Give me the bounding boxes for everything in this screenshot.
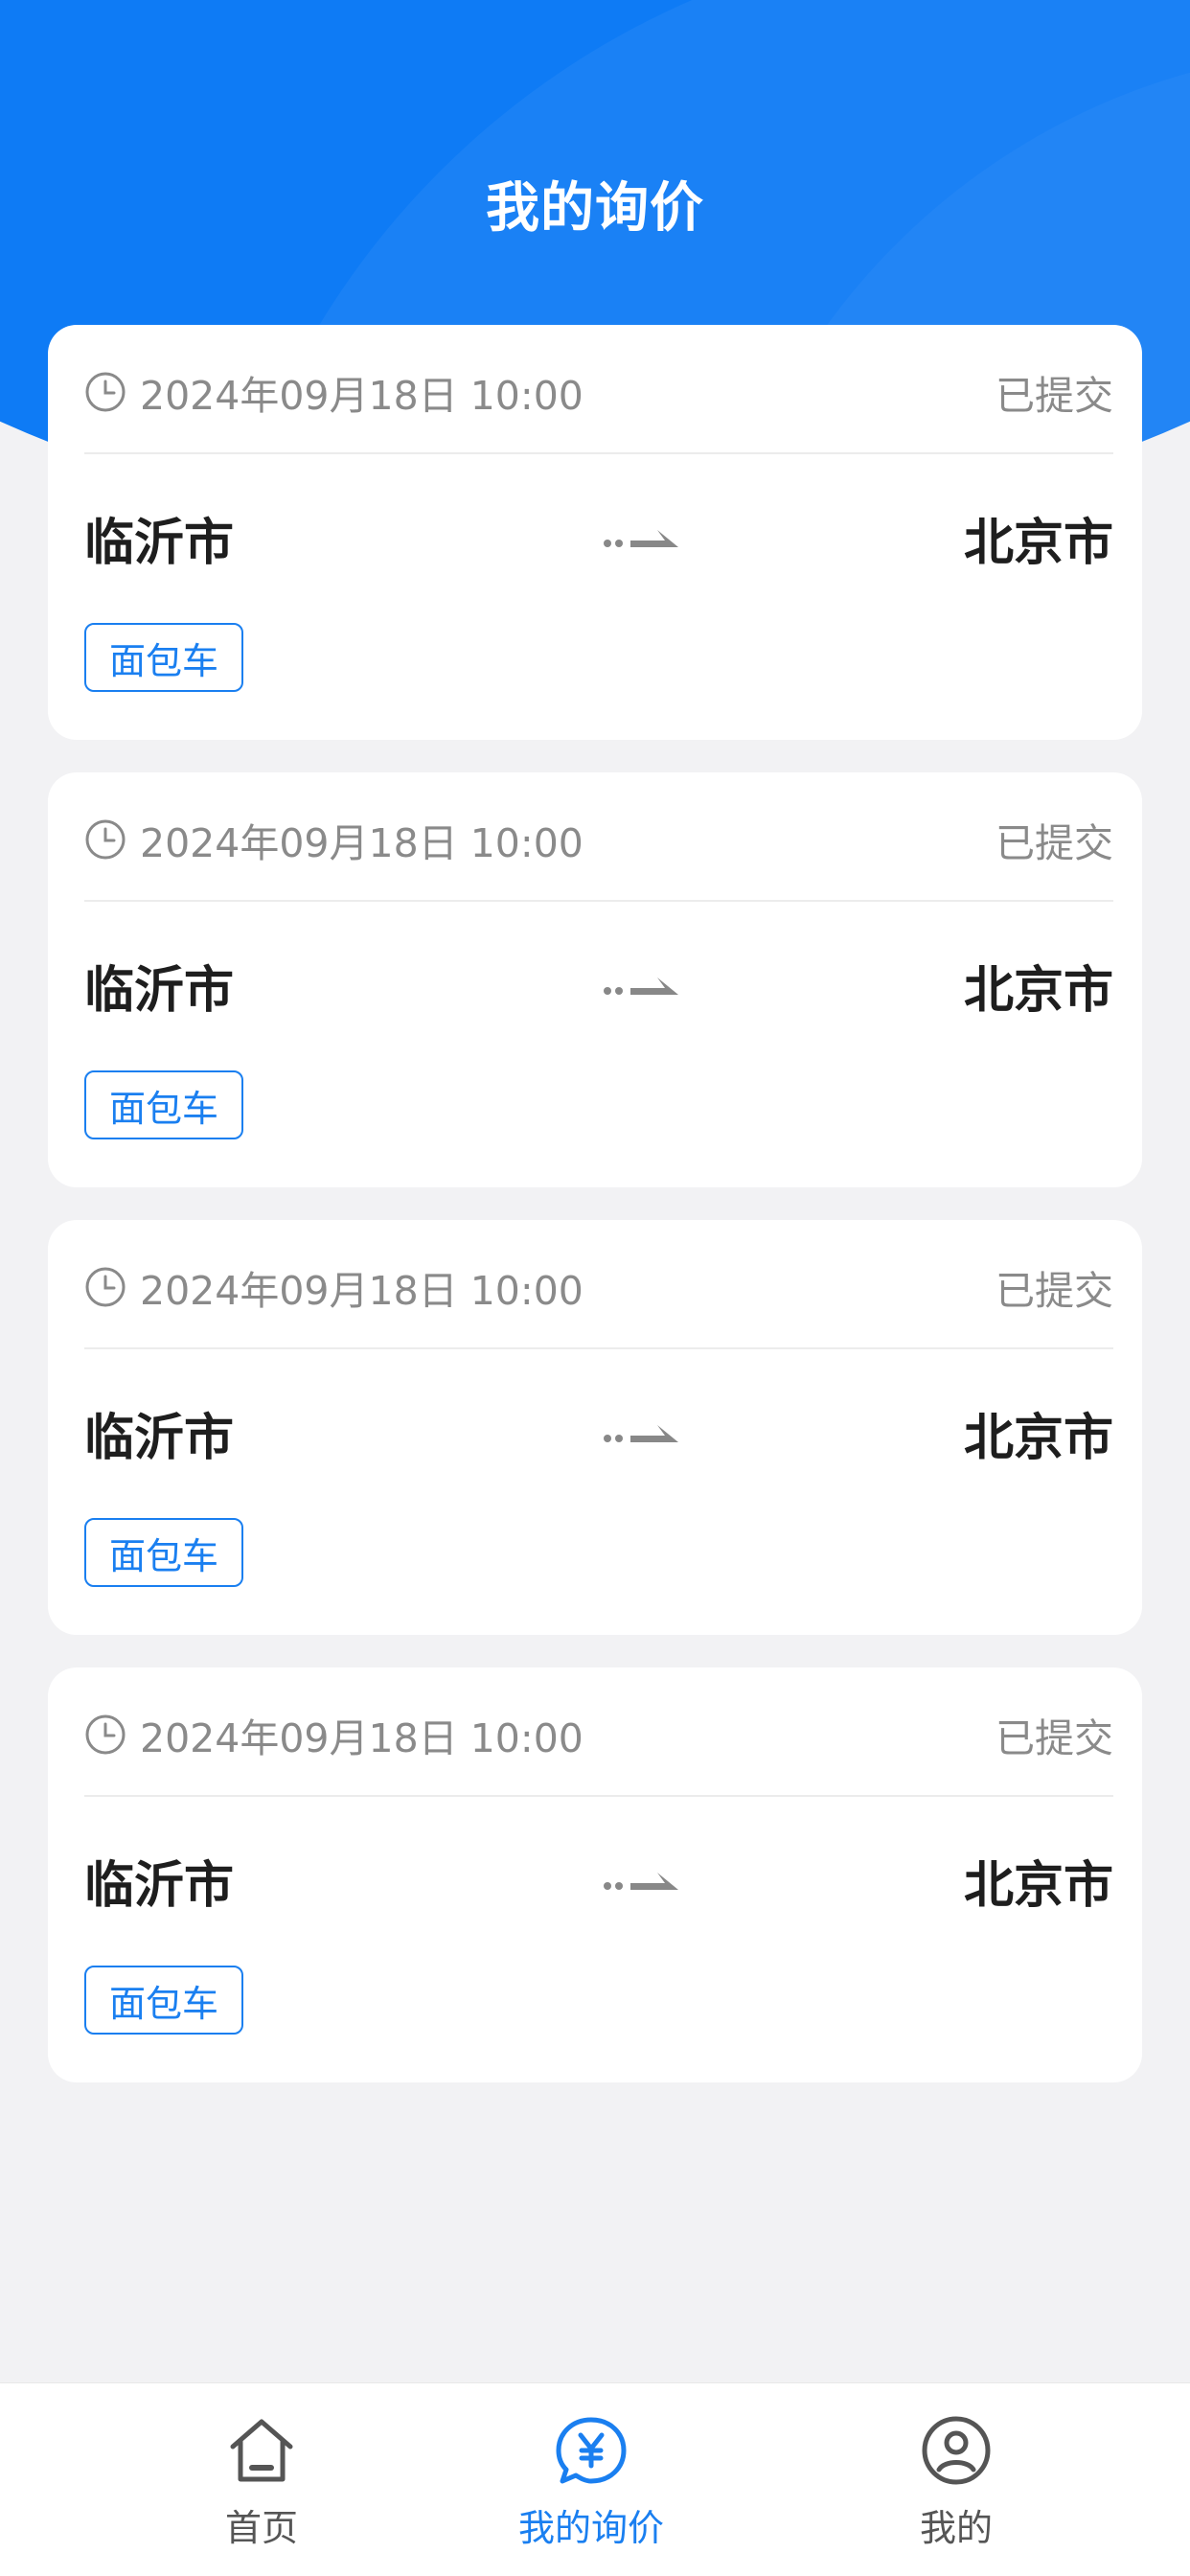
card-header: 2024年09月18日 10:00 已提交 <box>84 1258 1113 1316</box>
clock-icon <box>85 1267 126 1307</box>
card-header: 2024年09月18日 10:00 已提交 <box>84 363 1113 421</box>
divider <box>84 452 1113 454</box>
page-title: 我的询价 <box>486 177 704 240</box>
route-arrow-icon <box>604 1425 678 1442</box>
route-arrow-icon <box>604 530 678 547</box>
origin-city: 临沂市 <box>84 1409 235 1467</box>
divider <box>84 1795 1113 1797</box>
inquiry-card[interactable]: 2024年09月18日 10:00 已提交 临沂市 北京市 面包车 <box>48 325 1142 740</box>
page: 我的询价 2024年09月18日 10:00 已提交 临沂市 北京市 面包车 2… <box>0 0 1190 2576</box>
status-badge: 已提交 <box>995 820 1113 866</box>
inquiry-time: 2024年09月18日 10:00 <box>140 820 584 866</box>
tab-mine[interactable]: 我的 <box>841 2383 1071 2576</box>
route-arrow-icon <box>604 978 678 995</box>
status-badge: 已提交 <box>995 373 1113 419</box>
vehicle-type-tag: 面包车 <box>84 1518 243 1587</box>
destination-city: 北京市 <box>963 1409 1113 1467</box>
tab-my-inquiry[interactable]: 我的询价 <box>476 2383 706 2576</box>
home-icon <box>230 2419 293 2482</box>
clock-icon <box>85 372 126 412</box>
destination-city: 北京市 <box>963 1856 1113 1915</box>
origin-city: 临沂市 <box>84 961 235 1020</box>
card-header: 2024年09月18日 10:00 已提交 <box>84 1706 1113 1763</box>
inquiry-card[interactable]: 2024年09月18日 10:00 已提交 临沂市 北京市 面包车 <box>48 1668 1142 2082</box>
tab-home[interactable]: 首页 <box>147 2383 377 2576</box>
vehicle-type-tag: 面包车 <box>84 623 243 692</box>
inquiry-time: 2024年09月18日 10:00 <box>140 1268 584 1314</box>
yen-chat-icon <box>556 2417 627 2484</box>
divider <box>84 1347 1113 1349</box>
tab-label: 我的询价 <box>517 2507 664 2549</box>
inquiry-time: 2024年09月18日 10:00 <box>140 1715 584 1761</box>
origin-city: 临沂市 <box>84 514 235 572</box>
inquiry-card[interactable]: 2024年09月18日 10:00 已提交 临沂市 北京市 面包车 <box>48 1220 1142 1635</box>
route: 临沂市 北京市 <box>84 947 1113 1024</box>
inquiry-time: 2024年09月18日 10:00 <box>140 373 584 419</box>
card-header: 2024年09月18日 10:00 已提交 <box>84 811 1113 868</box>
status-badge: 已提交 <box>995 1715 1113 1761</box>
inquiry-list: 2024年09月18日 10:00 已提交 临沂市 北京市 面包车 2024年0… <box>48 325 1142 2115</box>
clock-icon <box>85 819 126 860</box>
vehicle-type-tag: 面包车 <box>84 1070 243 1139</box>
origin-city: 临沂市 <box>84 1856 235 1915</box>
route-arrow-icon <box>604 1873 678 1890</box>
inquiry-card[interactable]: 2024年09月18日 10:00 已提交 临沂市 北京市 面包车 <box>48 772 1142 1187</box>
user-icon <box>922 2416 991 2485</box>
vehicle-type-tag: 面包车 <box>84 1966 243 2035</box>
divider <box>84 900 1113 902</box>
destination-city: 北京市 <box>963 514 1113 572</box>
route: 临沂市 北京市 <box>84 1394 1113 1471</box>
route: 临沂市 北京市 <box>84 499 1113 576</box>
status-badge: 已提交 <box>995 1268 1113 1314</box>
tab-label: 首页 <box>224 2507 298 2549</box>
tab-label: 我的 <box>919 2507 993 2549</box>
route: 临沂市 北京市 <box>84 1842 1113 1919</box>
destination-city: 北京市 <box>963 961 1113 1020</box>
tab-bar: 首页 我的询价 我的 <box>0 2382 1190 2576</box>
clock-icon <box>85 1714 126 1755</box>
